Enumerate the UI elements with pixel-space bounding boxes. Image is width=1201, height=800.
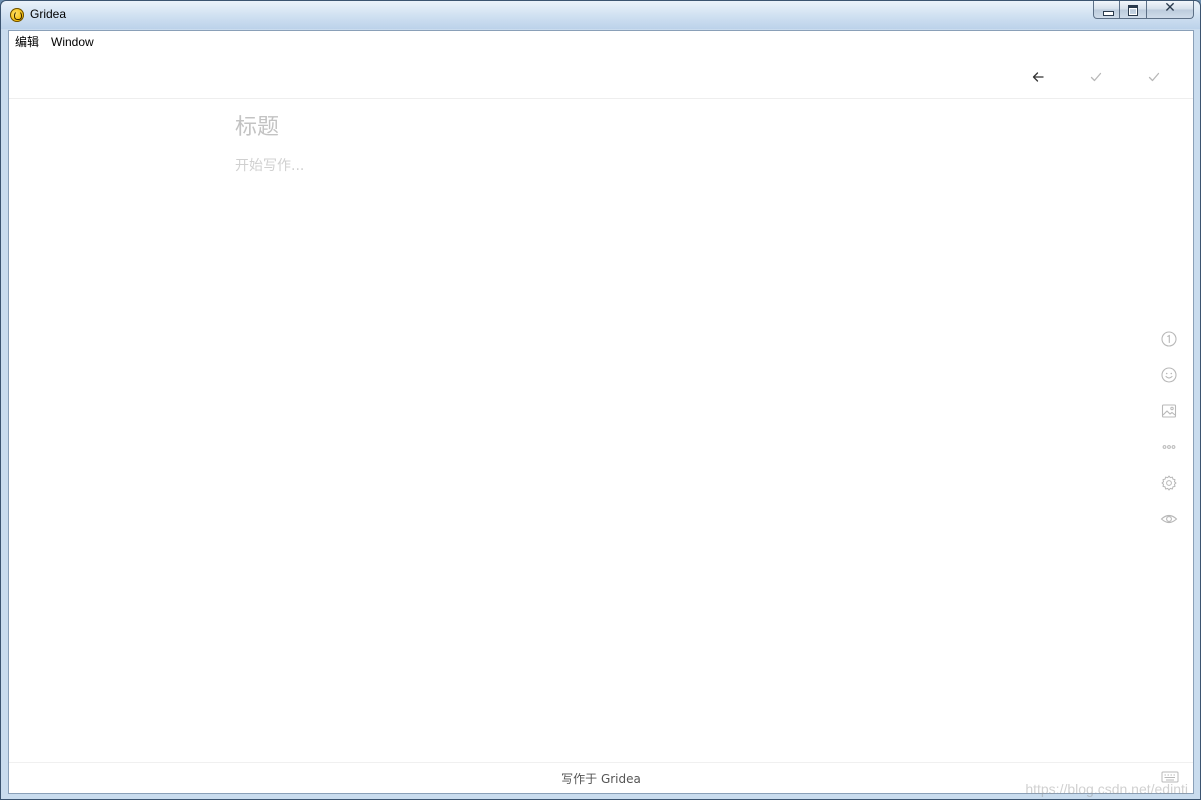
minimize-button[interactable] — [1093, 1, 1120, 19]
window-controls: ✕ — [1093, 0, 1194, 19]
post-editor: 标题 开始写作... — [235, 111, 1115, 175]
window-title: Gridea — [30, 7, 67, 21]
post-title-input[interactable]: 标题 — [235, 111, 1115, 145]
post-content-input[interactable]: 开始写作... — [235, 155, 1115, 175]
app-window: Gridea ✕ 编辑 Window 标题 开始写作... 写作于 Gridea… — [0, 0, 1201, 800]
maximize-button[interactable] — [1120, 1, 1147, 19]
post-info-button[interactable] — [1156, 326, 1182, 352]
menu-edit[interactable]: 编辑 — [9, 31, 45, 53]
editor-toolbar — [9, 53, 1193, 99]
emoji-button[interactable] — [1156, 362, 1182, 388]
back-button[interactable] — [1026, 65, 1050, 89]
menu-bar: 编辑 Window — [9, 31, 1193, 53]
arrow-left-icon — [1032, 72, 1044, 82]
preview-icon — [1160, 514, 1178, 524]
info-icon — [1161, 331, 1177, 347]
footer-credit: 写作于 Gridea — [561, 772, 641, 786]
csdn-watermark: https://blog.csdn.net/edinti — [1025, 781, 1188, 797]
close-icon: ✕ — [1164, 0, 1176, 16]
emoji-icon — [1161, 367, 1177, 383]
post-settings-button[interactable] — [1156, 470, 1182, 496]
more-button[interactable] — [1156, 434, 1182, 460]
check-icon — [1090, 72, 1102, 82]
publish-button[interactable] — [1142, 65, 1166, 89]
preview-button[interactable] — [1156, 506, 1182, 532]
menu-window[interactable]: Window — [45, 31, 100, 53]
check-icon — [1148, 72, 1160, 82]
save-draft-button[interactable] — [1084, 65, 1108, 89]
gridea-app-icon — [10, 8, 24, 22]
client-area: 编辑 Window 标题 开始写作... 写作于 Gridea — [8, 30, 1194, 794]
more-icon — [1162, 445, 1176, 449]
window-titlebar[interactable]: Gridea ✕ — [1, 0, 1200, 29]
close-button[interactable]: ✕ — [1147, 0, 1194, 19]
settings-icon — [1161, 475, 1177, 491]
insert-image-button[interactable] — [1156, 398, 1182, 424]
editor-footer: 写作于 Gridea — [9, 762, 1193, 793]
image-icon — [1161, 404, 1177, 418]
editor-sidebar — [1156, 326, 1182, 542]
